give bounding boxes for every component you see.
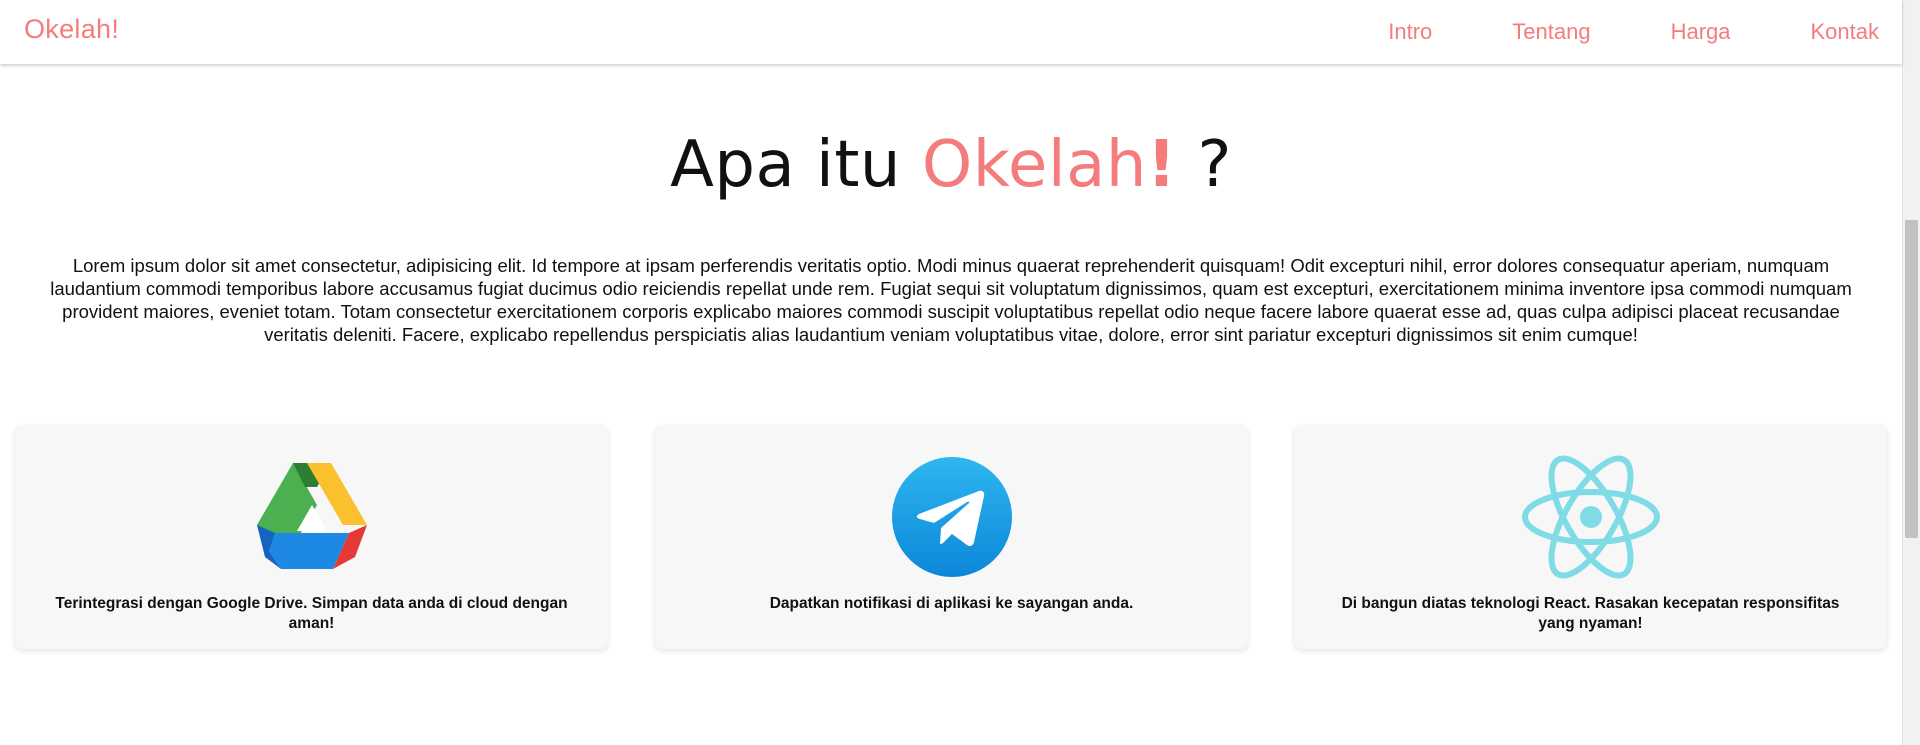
page: Okelah! Intro Tentang Harga Kontak Apa i… — [0, 0, 1920, 745]
navbar: Okelah! Intro Tentang Harga Kontak — [0, 0, 1902, 64]
google-drive-icon — [15, 456, 608, 578]
heading-exclaim: ! — [1146, 128, 1177, 202]
feature-caption: Terintegrasi dengan Google Drive. Simpan… — [55, 595, 568, 632]
react-icon — [1294, 455, 1887, 579]
section-description: Lorem ipsum dolor sit amet consectetur, … — [50, 255, 1852, 345]
feature-cards: Terintegrasi dengan Google Drive. Simpan… — [15, 425, 1887, 650]
feature-caption: Di bangun diatas teknologi React. Rasaka… — [1341, 595, 1840, 632]
telegram-icon — [655, 456, 1248, 578]
page-scrollbar[interactable] — [1902, 0, 1920, 745]
feature-caption: Dapatkan notifikasi di aplikasi ke sayan… — [769, 595, 1134, 612]
heading-prefix: Apa itu — [670, 128, 922, 202]
feature-card-telegram: Dapatkan notifikasi di aplikasi ke sayan… — [655, 425, 1248, 649]
brand-logo[interactable]: Okelah! — [24, 14, 119, 45]
nav-link-kontak[interactable]: Kontak — [1811, 19, 1880, 45]
nav-link-harga[interactable]: Harga — [1671, 19, 1731, 45]
section-heading: Apa itu Okelah! ? — [0, 128, 1902, 202]
scrollbar-thumb[interactable] — [1905, 220, 1918, 538]
nav-link-intro[interactable]: Intro — [1388, 19, 1432, 45]
heading-brand: Okelah — [921, 128, 1147, 202]
feature-card-react: Di bangun diatas teknologi React. Rasaka… — [1294, 425, 1887, 649]
feature-card-google-drive: Terintegrasi dengan Google Drive. Simpan… — [15, 425, 608, 649]
nav-links: Intro Tentang Harga Kontak — [1308, 19, 1879, 45]
heading-suffix: ? — [1176, 128, 1232, 202]
nav-link-tentang[interactable]: Tentang — [1512, 19, 1590, 45]
